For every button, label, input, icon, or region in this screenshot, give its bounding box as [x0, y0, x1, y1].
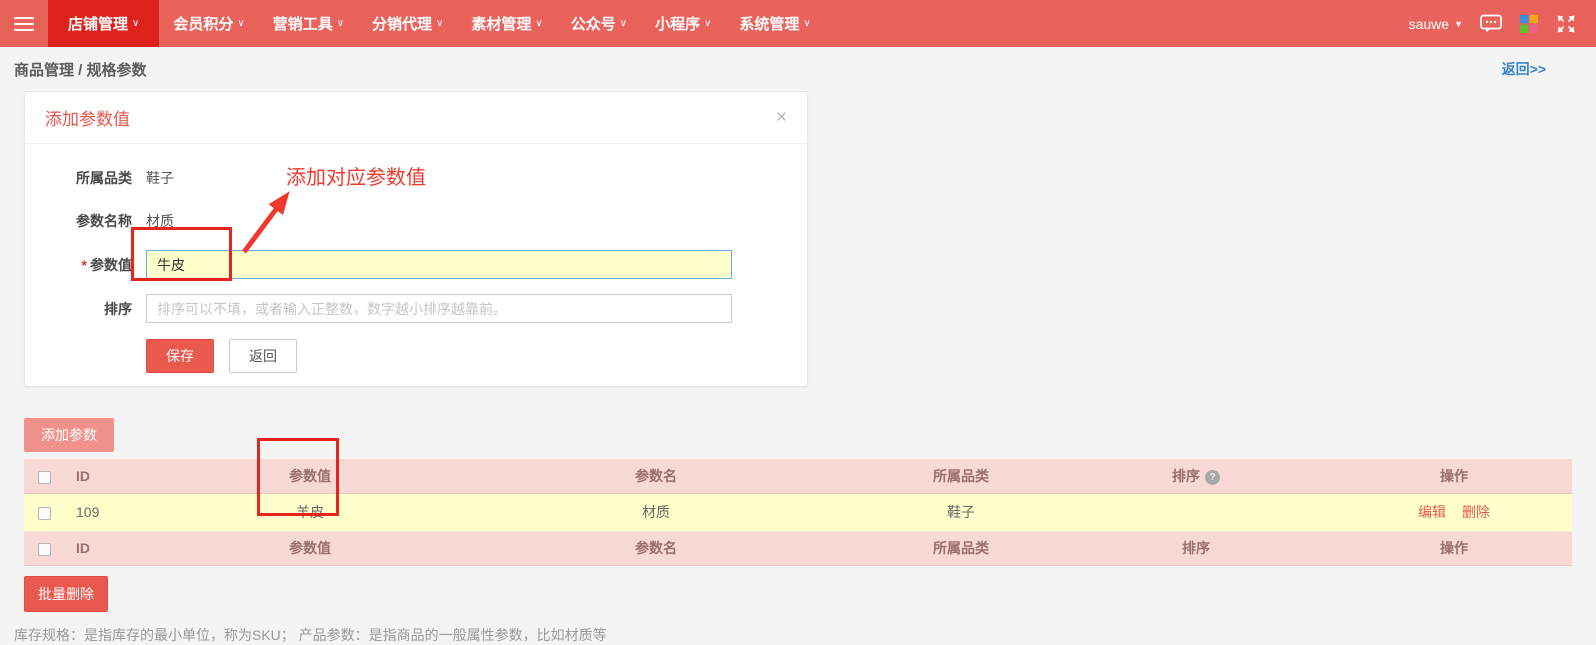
- nav-item-label: 店铺管理: [68, 13, 128, 34]
- table-row: 109 羊皮 材质 鞋子 编辑 删除: [24, 493, 1572, 531]
- sort-input[interactable]: [146, 294, 732, 323]
- top-navbar: 店铺管理 ∨ 会员积分 ∨ 营销工具 ∨ 分销代理 ∨ 素材管理 ∨ 公众号 ∨…: [0, 0, 1596, 47]
- panel-body: 所属品类 鞋子 参数名称 材质 *参数值 排序 保存 返回: [25, 144, 807, 386]
- form-row-param-name: 参数名称 材质: [25, 211, 787, 231]
- footer-param-name: 参数名: [446, 531, 866, 565]
- chevron-down-icon: ∨: [620, 18, 627, 29]
- param-name-label: 参数名称: [25, 211, 132, 231]
- cell-param-value: 羊皮: [174, 493, 446, 531]
- nav-item-shop-management[interactable]: 店铺管理 ∨: [48, 0, 159, 47]
- nav-item-marketing-tools[interactable]: 营销工具 ∨: [259, 0, 358, 47]
- nav-item-distribution-agent[interactable]: 分销代理 ∨: [358, 0, 457, 47]
- chevron-down-icon: ∨: [132, 18, 139, 29]
- form-row-param-value: *参数值: [25, 250, 787, 279]
- messages-icon[interactable]: [1480, 13, 1502, 34]
- help-icon[interactable]: ?: [1205, 470, 1220, 485]
- form-row-sort: 排序: [25, 294, 787, 323]
- required-asterisk: *: [82, 257, 87, 273]
- header-param-name: 参数名: [446, 459, 866, 493]
- footer-category: 所属品类: [866, 531, 1056, 565]
- sort-label: 排序: [25, 299, 132, 319]
- back-link[interactable]: 返回>>: [1502, 59, 1546, 79]
- cell-param-name: 材质: [446, 493, 866, 531]
- category-value: 鞋子: [146, 168, 174, 188]
- nav-item-label: 分销代理: [372, 13, 432, 34]
- header-category: 所属品类: [866, 459, 1056, 493]
- nav-item-label: 系统管理: [739, 13, 799, 34]
- nav-item-label: 小程序: [655, 13, 700, 34]
- delete-link[interactable]: 删除: [1462, 504, 1490, 520]
- table-footer-row: ID 参数值 参数名 所属品类 排序 操作: [24, 531, 1572, 565]
- cell-actions: 编辑 删除: [1336, 493, 1572, 531]
- header-param-value: 参数值: [174, 459, 446, 493]
- add-param-value-panel: 添加参数值 × 所属品类 鞋子 参数名称 材质 *参数值 排序 保存 返回: [24, 91, 808, 387]
- header-id: ID: [64, 459, 174, 493]
- cell-id: 109: [64, 493, 174, 531]
- batch-delete-button[interactable]: 批量删除: [24, 576, 108, 612]
- nav-item-material-management[interactable]: 素材管理 ∨: [457, 0, 556, 47]
- cell-category: 鞋子: [866, 493, 1056, 531]
- footer-sort: 排序: [1056, 531, 1336, 565]
- chevron-down-icon: ∨: [535, 18, 542, 29]
- panel-title: 添加参数值: [45, 105, 130, 130]
- apps-icon[interactable]: [1519, 14, 1539, 34]
- nav-item-label: 素材管理: [471, 13, 531, 34]
- close-icon[interactable]: ×: [776, 108, 787, 127]
- cell-sort: [1056, 493, 1336, 531]
- footer-actions: 操作: [1336, 531, 1572, 565]
- category-label: 所属品类: [25, 168, 132, 188]
- chevron-down-icon: ∨: [704, 18, 711, 29]
- nav-item-system-management[interactable]: 系统管理 ∨: [725, 0, 824, 47]
- chevron-down-icon: ∨: [237, 18, 244, 29]
- row-checkbox[interactable]: [38, 507, 51, 520]
- chevron-down-icon: ∨: [337, 18, 344, 29]
- save-button[interactable]: 保存: [146, 339, 214, 373]
- panel-header: 添加参数值 ×: [25, 92, 807, 144]
- edit-link[interactable]: 编辑: [1418, 504, 1446, 520]
- form-row-category: 所属品类 鞋子: [25, 168, 787, 188]
- breadcrumb: 商品管理 / 规格参数: [14, 59, 147, 80]
- param-value-input[interactable]: [146, 250, 732, 279]
- nav-item-member-points[interactable]: 会员积分 ∨: [159, 0, 258, 47]
- user-menu[interactable]: sauwe ▼: [1409, 16, 1463, 32]
- footer-param-value: 参数值: [174, 531, 446, 565]
- footer-note: 库存规格：是指库存的最小单位，称为SKU； 产品参数：是指商品的一般属性参数，比…: [14, 625, 1596, 645]
- header-sort: 排序?: [1056, 459, 1336, 493]
- add-param-button[interactable]: 添加参数: [24, 418, 114, 452]
- select-all-checkbox[interactable]: [38, 471, 51, 484]
- param-name-value: 材质: [146, 211, 174, 231]
- chevron-down-icon: ∨: [436, 18, 443, 29]
- nav-item-label: 营销工具: [273, 13, 333, 34]
- footer-id: ID: [64, 531, 174, 565]
- chevron-down-icon: ▼: [1454, 19, 1463, 29]
- back-button[interactable]: 返回: [229, 339, 297, 373]
- select-all-checkbox-footer[interactable]: [38, 543, 51, 556]
- breadcrumb-bar: 商品管理 / 规格参数 返回>>: [0, 47, 1596, 91]
- menu-icon[interactable]: [0, 0, 48, 47]
- nav-item-official-account[interactable]: 公众号 ∨: [557, 0, 641, 47]
- fullscreen-icon[interactable]: [1556, 14, 1576, 34]
- nav-item-mini-program[interactable]: 小程序 ∨: [641, 0, 725, 47]
- table-header-row: ID 参数值 参数名 所属品类 排序? 操作: [24, 459, 1572, 493]
- username: sauwe: [1409, 16, 1449, 32]
- chevron-down-icon: ∨: [803, 18, 810, 29]
- nav-item-label: 会员积分: [173, 13, 233, 34]
- param-value-label: *参数值: [25, 255, 132, 275]
- nav-item-label: 公众号: [571, 13, 616, 34]
- params-table: ID 参数值 参数名 所属品类 排序? 操作 109 羊皮 材质 鞋子 编辑 删…: [24, 459, 1572, 566]
- header-actions: 操作: [1336, 459, 1572, 493]
